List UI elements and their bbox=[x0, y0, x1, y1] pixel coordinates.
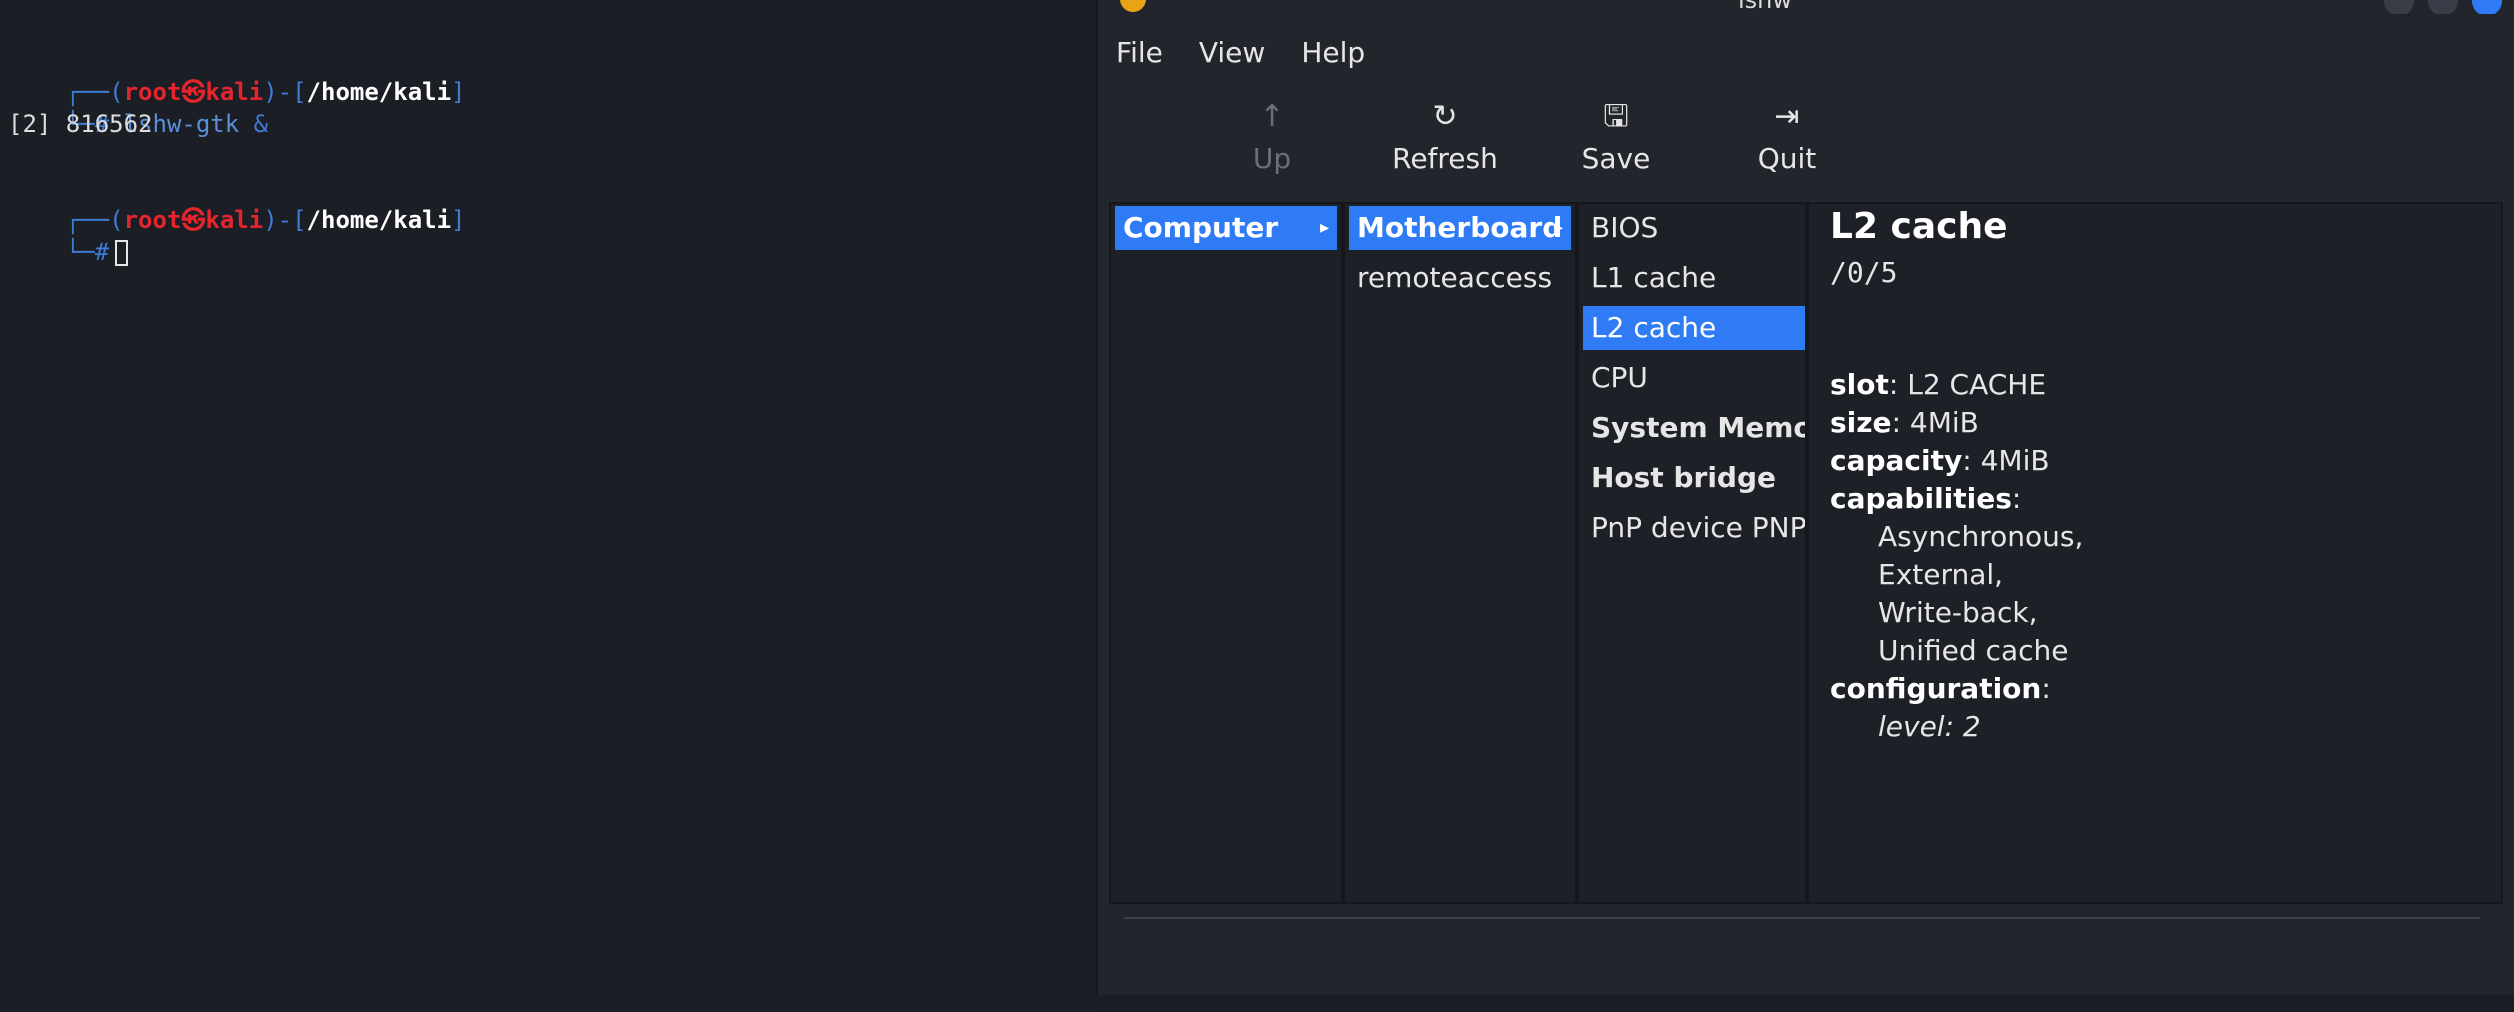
command-ampersand: & bbox=[253, 110, 269, 138]
prompt-user: root bbox=[123, 206, 182, 234]
title-bar[interactable]: lshw bbox=[1098, 0, 2514, 14]
tree-item-bios[interactable]: BIOS bbox=[1583, 206, 1805, 250]
prompt-hash: └─# bbox=[65, 238, 110, 266]
terminal[interactable]: ┌──(root㉿kali)-[/home/kali] └─# lshw-gtk… bbox=[0, 0, 1095, 1012]
text-cursor bbox=[115, 240, 129, 266]
close-button[interactable] bbox=[2472, 0, 2502, 14]
detail-value: : L2 CACHE bbox=[1888, 368, 2047, 401]
tree-item-pnp-device[interactable]: PnP device PNP0 bbox=[1583, 506, 1805, 550]
detail-capabilities: capabilities: bbox=[1830, 482, 2021, 515]
warning-icon bbox=[1120, 0, 1146, 12]
tree-item-label: Computer bbox=[1123, 211, 1279, 244]
menu-view[interactable]: View bbox=[1181, 30, 1283, 76]
quit-icon: ⇥ bbox=[1774, 99, 1800, 134]
tree-item-motherboard[interactable]: Motherboard ▸ bbox=[1349, 206, 1571, 250]
input-line[interactable]: └─# bbox=[8, 204, 129, 300]
toolbar: ↑ Up ↻ Refresh 🖫 Save ⇥ Quit bbox=[1098, 92, 2514, 190]
menu-file[interactable]: File bbox=[1098, 30, 1181, 76]
menu-bar: File View Help bbox=[1098, 30, 1383, 76]
capability-item: External, bbox=[1878, 558, 2004, 591]
details-title: L2 cache bbox=[1830, 206, 2008, 247]
prompt-frame-mid: )-[ bbox=[263, 78, 307, 106]
detail-key: capabilities bbox=[1830, 482, 2012, 515]
detail-colon: : bbox=[2041, 672, 2051, 705]
detail-size: size: 4MiB bbox=[1830, 406, 1979, 439]
capability-item: Asynchronous, bbox=[1878, 520, 2084, 553]
prompt-frame-mid: )-[ bbox=[263, 206, 307, 234]
refresh-button[interactable]: ↻ Refresh bbox=[1370, 92, 1520, 175]
prompt-frame-close: ] bbox=[451, 78, 466, 106]
device-tree-panes: Computer ▸ Motherboard ▸ remoteaccess BI… bbox=[1109, 202, 2503, 904]
pane-computer[interactable]: Computer ▸ bbox=[1111, 204, 1341, 902]
detail-capacity: capacity: 4MiB bbox=[1830, 444, 2050, 477]
up-label: Up bbox=[1252, 142, 1292, 175]
prompt-frame-close: ] bbox=[451, 206, 466, 234]
arrow-up-icon: ↑ bbox=[1259, 99, 1285, 134]
quit-button[interactable]: ⇥ Quit bbox=[1712, 92, 1862, 175]
pane-components[interactable]: BIOS L1 cache L2 cache CPU System Memory… bbox=[1579, 204, 1805, 902]
detail-key: configuration bbox=[1830, 672, 2042, 705]
expand-arrow-icon: ▸ bbox=[1553, 217, 1563, 238]
detail-key: capacity bbox=[1830, 444, 1963, 477]
save-icon: 🖫 bbox=[1603, 99, 1629, 134]
prompt-skull: ㉿ bbox=[181, 206, 206, 234]
up-button[interactable]: ↑ Up bbox=[1197, 92, 1347, 175]
job-output: [2] 816562 bbox=[8, 110, 153, 138]
configuration-value: level: 2 bbox=[1878, 710, 1981, 743]
detail-slot: slot: L2 CACHE bbox=[1830, 368, 2046, 401]
detail-configuration: configuration: bbox=[1830, 672, 2051, 705]
refresh-label: Refresh bbox=[1392, 142, 1498, 175]
tree-item-label: Motherboard bbox=[1357, 211, 1563, 244]
prompt-path: /home/kali bbox=[306, 206, 452, 234]
lshw-window: lshw File View Help ↑ Up ↻ Refresh 🖫 Sav… bbox=[1096, 0, 2514, 995]
tree-item-l2-cache[interactable]: L2 cache bbox=[1583, 306, 1805, 350]
detail-key: slot bbox=[1830, 368, 1889, 401]
tree-item-system-memory[interactable]: System Memory bbox=[1583, 406, 1805, 450]
detail-key: size bbox=[1830, 406, 1892, 439]
tree-item-remoteaccess[interactable]: remoteaccess bbox=[1349, 256, 1571, 300]
pane-motherboard[interactable]: Motherboard ▸ remoteaccess bbox=[1345, 204, 1575, 902]
tree-item-computer[interactable]: Computer ▸ bbox=[1115, 206, 1337, 250]
save-button[interactable]: 🖫 Save bbox=[1541, 92, 1691, 175]
detail-value: : 4MiB bbox=[1891, 406, 1979, 439]
details-path: /0/5 bbox=[1830, 256, 1898, 289]
quit-label: Quit bbox=[1757, 142, 1817, 175]
refresh-icon: ↻ bbox=[1432, 99, 1458, 134]
window-title: lshw bbox=[1738, 0, 1793, 14]
minimize-button[interactable] bbox=[2384, 0, 2414, 14]
save-label: Save bbox=[1581, 142, 1651, 175]
prompt-path: /home/kali bbox=[306, 78, 452, 106]
tree-item-host-bridge[interactable]: Host bridge bbox=[1583, 456, 1805, 500]
tree-item-l1-cache[interactable]: L1 cache bbox=[1583, 256, 1805, 300]
details-pane bbox=[1809, 204, 2501, 902]
menu-help[interactable]: Help bbox=[1283, 30, 1383, 76]
maximize-button[interactable] bbox=[2428, 0, 2458, 14]
status-bar bbox=[1124, 917, 2480, 919]
tree-item-cpu[interactable]: CPU bbox=[1583, 356, 1805, 400]
expand-arrow-icon: ▸ bbox=[1319, 217, 1329, 238]
capability-item: Unified cache bbox=[1878, 634, 2069, 667]
capability-item: Write-back, bbox=[1878, 596, 2038, 629]
detail-colon: : bbox=[2011, 482, 2022, 515]
prompt-host: kali bbox=[205, 206, 264, 234]
detail-value: : 4MiB bbox=[1962, 444, 2050, 477]
